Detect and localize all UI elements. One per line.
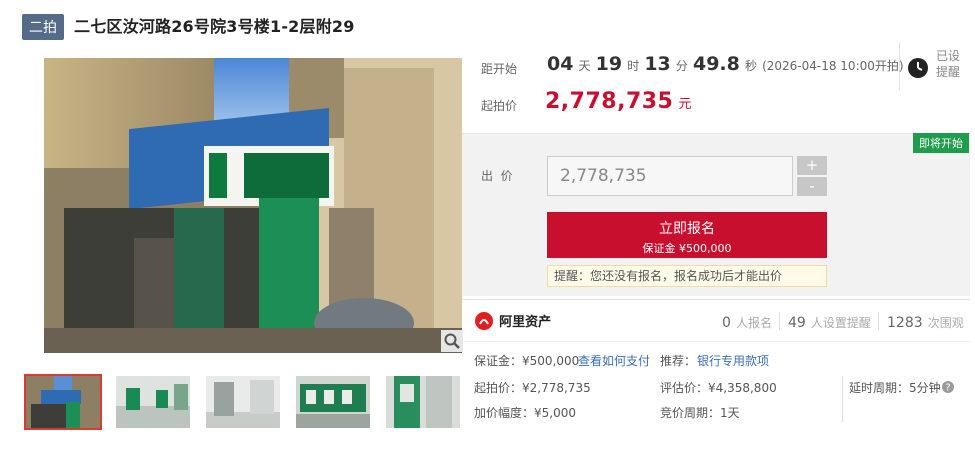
thumbnail-1[interactable] — [24, 374, 102, 430]
info-bid-cycle: 竞价周期：1天 — [660, 406, 740, 420]
status-badge: 即将开始 — [913, 133, 969, 153]
thumbnail-4[interactable] — [296, 376, 370, 428]
divider — [842, 376, 843, 422]
platform-logo-text: 阿里资产 — [499, 315, 552, 330]
view-count: 1283 次围观 — [887, 312, 964, 331]
signup-tip: 提醒：您还没有报名，报名成功后才能出价 — [547, 265, 827, 287]
platform-logo[interactable]: 阿里资产 — [474, 310, 551, 331]
ali-logo-icon — [475, 311, 493, 330]
info-increment: 加价幅度：¥5,000 — [474, 406, 576, 420]
countdown-label: 距开始 — [481, 62, 518, 76]
thumbnail-5[interactable] — [386, 376, 460, 428]
reminder-text: 已设 提醒 — [936, 48, 960, 80]
countdown-hours-unit: 时 — [627, 59, 640, 73]
countdown-hours: 19 — [595, 53, 623, 75]
signup-count: 0 人报名 — [722, 312, 772, 331]
signup-deposit: 保证金 ¥500,000 — [642, 242, 732, 255]
countdown-seconds-unit: 秒 — [744, 59, 757, 73]
bid-amount-input[interactable] — [547, 156, 793, 196]
increase-bid-button[interactable]: + — [797, 156, 827, 175]
signup-button[interactable]: 立即报名 保证金 ¥500,000 — [547, 212, 827, 258]
reminder-count-value: 49 — [788, 315, 806, 331]
question-icon: ? — [942, 381, 954, 394]
recommend-label: 推荐： — [660, 354, 697, 368]
reminder-count: 49 人设置提醒 — [788, 312, 871, 331]
countdown-days-unit: 天 — [578, 59, 591, 73]
start-price-unit: 元 — [678, 97, 692, 112]
reminder-line2: 提醒 — [936, 65, 961, 79]
reminder-line1: 已设 — [936, 49, 961, 63]
countdown-seconds: 49.8 — [692, 53, 740, 75]
storefront-photo — [44, 58, 462, 353]
info-appraisal-price: 评估价：¥4,358,800 — [660, 381, 777, 395]
info-delay-period: 延时周期：5分钟 — [849, 381, 941, 395]
thumbnail-3[interactable] — [206, 376, 280, 428]
info-start-price: 起拍价：¥2,778,735 — [474, 381, 591, 395]
countdown-days: 04 — [547, 53, 574, 75]
divider — [878, 312, 879, 330]
start-price-label: 起拍价 — [481, 99, 518, 113]
countdown: 04 天 19 时 13 分 49.8 秒 (2026-04-18 10:00开… — [547, 53, 904, 75]
start-price: 2,778,735 元 — [545, 89, 691, 114]
bank-payment-link[interactable]: 银行专用款项 — [697, 352, 769, 369]
thumbnail-2[interactable] — [116, 376, 190, 428]
reminder-count-label: 人设置提醒 — [810, 316, 871, 330]
main-photo[interactable] — [44, 58, 462, 353]
bid-label: 出 价 — [481, 169, 513, 183]
divider — [462, 299, 970, 300]
alarm-clock-icon — [908, 58, 928, 78]
signup-count-value: 0 — [722, 315, 731, 331]
deposit-amount: 保证金：¥500,000 — [474, 354, 580, 368]
start-time-note: (2026-04-18 10:00开拍) — [762, 59, 904, 73]
auction-round-badge: 二拍 — [22, 14, 64, 40]
zoom-button[interactable] — [441, 330, 463, 352]
view-count-value: 1283 — [887, 315, 923, 331]
view-count-label: 次围观 — [927, 316, 964, 330]
countdown-minutes-unit: 分 — [675, 59, 688, 73]
magnifier-icon — [444, 333, 460, 349]
start-price-value: 2,778,735 — [545, 89, 674, 114]
help-icon[interactable]: ? — [941, 379, 955, 398]
svg-text:?: ? — [945, 383, 950, 394]
page-title: 二七区汝河路26号院3号楼1-2层附29 — [74, 17, 355, 36]
how-to-pay-link[interactable]: 查看如何支付 — [578, 352, 650, 369]
signup-count-label: 人报名 — [736, 316, 773, 330]
divider — [779, 312, 780, 330]
signup-label: 立即报名 — [659, 221, 715, 237]
countdown-minutes: 13 — [644, 53, 671, 75]
decrease-bid-button[interactable]: - — [797, 177, 827, 196]
divider — [462, 341, 970, 342]
